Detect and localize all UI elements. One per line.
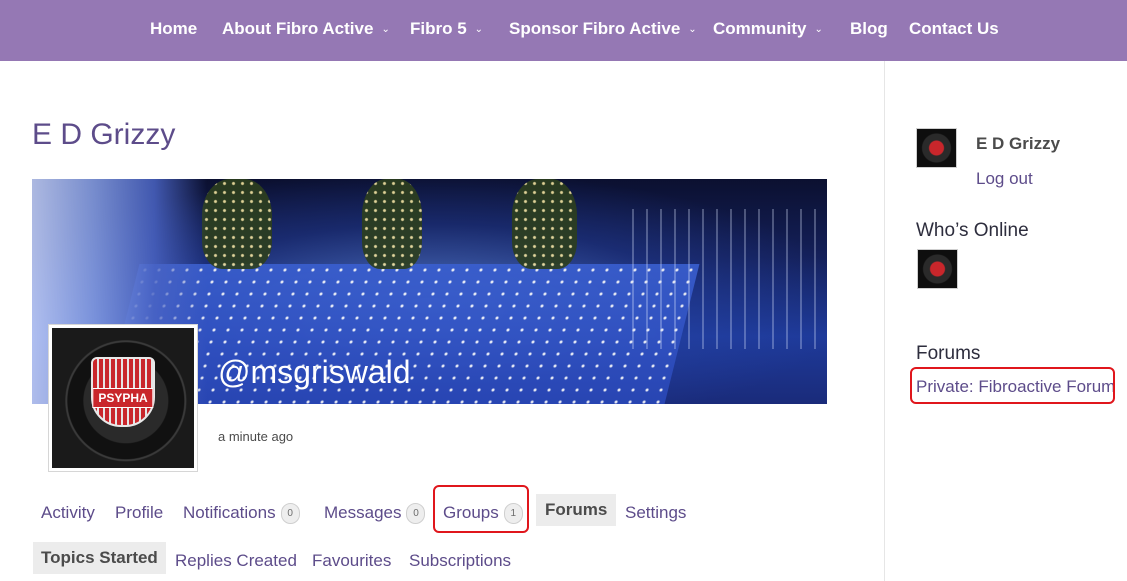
chevron-down-icon: ⌄ bbox=[814, 24, 823, 35]
groups-highlight-box bbox=[433, 485, 529, 533]
tab-messages[interactable]: Messages 0 bbox=[324, 503, 426, 524]
tab-messages-label: Messages bbox=[324, 503, 402, 522]
nav-contact-label: Contact Us bbox=[909, 19, 999, 38]
chairs-graphic bbox=[632, 209, 827, 349]
tab-replies-created[interactable]: Replies Created bbox=[175, 551, 297, 571]
tab-activity-label: Activity bbox=[41, 503, 95, 522]
nav-about-label: About Fibro Active bbox=[222, 19, 374, 38]
lit-tree-graphic bbox=[362, 179, 422, 269]
tab-activity[interactable]: Activity bbox=[41, 503, 95, 523]
tab-profile-label: Profile bbox=[115, 503, 164, 522]
tab-notifications-label: Notifications bbox=[183, 503, 276, 522]
avatar-logo-text: PSYPHA bbox=[92, 388, 154, 408]
lit-tree-graphic bbox=[202, 179, 272, 269]
top-navigation: Home About Fibro Active ⌄ Fibro 5 ⌄ Sponso… bbox=[0, 0, 1127, 61]
user-handle: @msgriswald bbox=[218, 354, 411, 390]
page-title: E D Grizzy bbox=[32, 118, 176, 151]
chevron-down-icon: ⌄ bbox=[474, 24, 484, 35]
nav-sponsor-fibro-active[interactable]: Sponsor Fibro Active ⌄ bbox=[509, 19, 697, 39]
tab-notifications[interactable]: Notifications 0 bbox=[183, 503, 300, 524]
tab-favourites-label: Favourites bbox=[312, 551, 392, 570]
nav-fibro-5[interactable]: Fibro 5 ⌄ bbox=[410, 19, 483, 39]
tab-replies-created-label: Replies Created bbox=[175, 551, 297, 570]
forum-link-highlight-box bbox=[910, 367, 1115, 404]
forums-heading: Forums bbox=[916, 343, 981, 364]
nav-blog-label: Blog bbox=[850, 19, 888, 38]
nav-home[interactable]: Home bbox=[150, 19, 197, 39]
sidebar-divider bbox=[884, 61, 885, 581]
nav-sponsor-label: Sponsor Fibro Active bbox=[509, 19, 681, 38]
lit-tree-graphic bbox=[512, 179, 577, 269]
tab-subscriptions-label: Subscriptions bbox=[409, 551, 512, 570]
tab-topics-started-label: Topics Started bbox=[41, 548, 158, 567]
online-user-avatar[interactable] bbox=[917, 249, 958, 289]
tab-favourites[interactable]: Favourites bbox=[312, 551, 391, 571]
nav-about-fibro-active[interactable]: About Fibro Active ⌄ bbox=[222, 19, 390, 39]
tab-subscriptions[interactable]: Subscriptions bbox=[409, 551, 511, 571]
tab-settings-label: Settings bbox=[625, 503, 687, 522]
last-active-time: a minute ago bbox=[218, 429, 294, 444]
sidebar-user-avatar[interactable] bbox=[916, 128, 957, 168]
whos-online-heading: Who’s Online bbox=[916, 220, 1029, 241]
notifications-count-badge: 0 bbox=[280, 503, 300, 524]
nav-contact-us[interactable]: Contact Us bbox=[909, 19, 999, 39]
nav-home-label: Home bbox=[150, 19, 198, 38]
chevron-down-icon: ⌄ bbox=[381, 24, 390, 35]
logout-link[interactable]: Log out bbox=[976, 169, 1033, 189]
tab-forums[interactable]: Forums bbox=[536, 494, 617, 526]
tab-forums-label: Forums bbox=[545, 500, 608, 519]
nav-community[interactable]: Community ⌄ bbox=[713, 19, 823, 39]
nav-community-label: Community bbox=[713, 19, 807, 38]
nav-fibro5-label: Fibro 5 bbox=[410, 19, 467, 38]
avatar-image: PSYPHA bbox=[52, 328, 194, 468]
tab-profile[interactable]: Profile bbox=[115, 503, 163, 523]
sidebar-user-name[interactable]: E D Grizzy bbox=[976, 134, 1060, 154]
nav-blog[interactable]: Blog bbox=[850, 19, 888, 39]
avatar[interactable]: PSYPHA bbox=[48, 324, 198, 472]
tab-topics-started[interactable]: Topics Started bbox=[33, 542, 166, 574]
tab-settings[interactable]: Settings bbox=[625, 503, 686, 523]
chevron-down-icon: ⌄ bbox=[688, 24, 697, 35]
messages-count-badge: 0 bbox=[406, 503, 426, 524]
